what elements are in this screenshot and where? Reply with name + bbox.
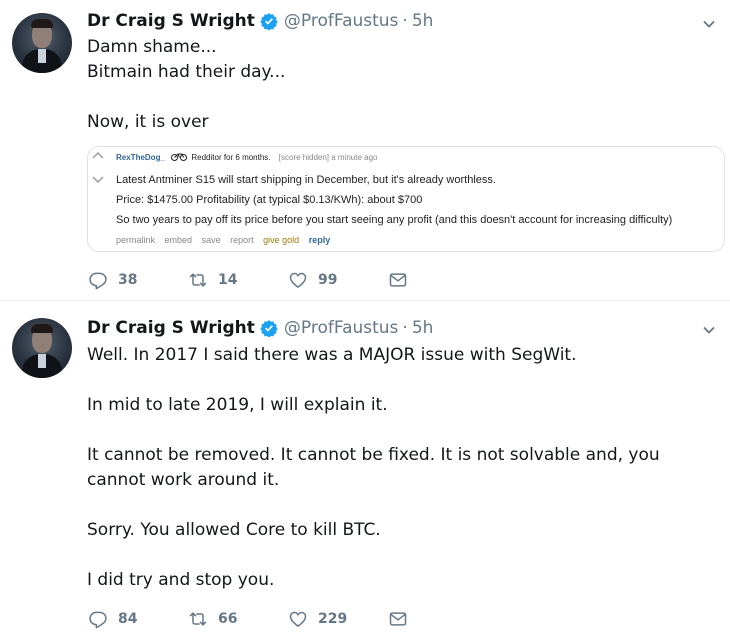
separator-dot: · — [402, 11, 408, 31]
author-name[interactable]: Dr Craig S Wright — [87, 318, 255, 338]
like-count: 99 — [318, 272, 338, 288]
direct-message-button[interactable] — [388, 609, 408, 629]
verified-badge-icon — [260, 320, 278, 337]
chevron-down-icon[interactable] — [702, 17, 716, 31]
reddit-username: RexTheDog_ — [116, 153, 165, 162]
reddit-reply: reply — [308, 235, 331, 245]
retweet-count: 66 — [218, 611, 238, 627]
embedded-image[interactable]: RexTheDog_ Redditor for 6 months. [score… — [87, 146, 725, 252]
reddit-embed: embed — [164, 235, 193, 245]
like-button[interactable]: 229 — [288, 609, 388, 629]
reddit-report: report — [230, 235, 254, 245]
separator-dot: · — [402, 318, 408, 338]
reply-icon — [89, 611, 107, 629]
reply-button[interactable]: 84 — [88, 609, 188, 629]
reddit-comment-header: RexTheDog_ Redditor for 6 months. [score… — [116, 152, 378, 162]
timestamp[interactable]: 5h — [412, 11, 434, 31]
reddit-comment-line: Latest Antminer S15 will start shipping … — [116, 174, 496, 186]
reddit-permalink: permalink — [116, 235, 156, 245]
tweet-line: Damn shame... — [87, 37, 217, 57]
reddit-meta: [score hidden] a minute ago — [278, 153, 378, 162]
reddit-give-gold: give gold — [263, 235, 300, 245]
reddit-comment-line: Price: $1475.00 Profitability (at typica… — [116, 194, 423, 206]
tweet-line: Now, it is over — [87, 112, 209, 132]
heart-icon — [289, 611, 307, 627]
heart-icon — [289, 272, 307, 288]
tweet-paragraph: I did try and stop you. — [87, 570, 275, 590]
tweet-actions: 38 14 99 — [88, 269, 408, 291]
retweet-button[interactable]: 66 — [188, 609, 288, 629]
reddit-save: save — [201, 235, 221, 245]
retweet-icon — [189, 612, 207, 626]
reply-button[interactable]: 38 — [88, 270, 188, 290]
tweet-paragraph: Well. In 2017 I said there was a MAJOR i… — [87, 345, 577, 365]
bicycle-icon — [171, 153, 188, 161]
envelope-icon — [389, 273, 407, 287]
avatar[interactable] — [12, 13, 72, 73]
reply-count: 84 — [118, 611, 138, 627]
reddit-flair: Redditor for 6 months. — [191, 153, 271, 162]
timestamp[interactable]: 5h — [412, 318, 434, 338]
tweet-text: Well. In 2017 I said there was a MAJOR i… — [87, 343, 717, 593]
tweet-paragraph: It cannot be removed. It cannot be fixed… — [87, 445, 660, 490]
tweet[interactable]: Dr Craig S Wright @ProfFaustus · 5h Damn… — [0, 0, 730, 300]
chevron-down-icon[interactable] — [702, 323, 716, 337]
tweet-divider — [0, 300, 730, 301]
tweet-text: Damn shame... Bitmain had their day... N… — [87, 35, 717, 135]
tweet-header: Dr Craig S Wright @ProfFaustus · 5h — [87, 316, 433, 340]
direct-message-button[interactable] — [388, 270, 408, 290]
avatar[interactable] — [12, 318, 72, 378]
tweet-line: Bitmain had their day... — [87, 62, 286, 82]
author-handle[interactable]: @ProfFaustus — [284, 318, 399, 338]
tweet-paragraph: In mid to late 2019, I will explain it. — [87, 395, 388, 415]
tweet-paragraph: Sorry. You allowed Core to kill BTC. — [87, 520, 381, 540]
reply-icon — [89, 272, 107, 290]
reddit-comment-line: So two years to pay off its price before… — [116, 214, 673, 226]
retweet-button[interactable]: 14 — [188, 270, 288, 290]
tweet-header: Dr Craig S Wright @ProfFaustus · 5h — [87, 9, 433, 33]
reply-count: 38 — [118, 272, 138, 288]
verified-badge-icon — [260, 13, 278, 30]
reddit-comment-links: permalink embed save report give gold re… — [116, 235, 337, 245]
like-button[interactable]: 99 — [288, 270, 388, 290]
author-handle[interactable]: @ProfFaustus — [284, 11, 399, 31]
retweet-count: 14 — [218, 272, 238, 288]
retweet-icon — [189, 273, 207, 287]
tweet[interactable]: Dr Craig S Wright @ProfFaustus · 5h Well… — [0, 302, 730, 643]
envelope-icon — [389, 612, 407, 626]
tweet-actions: 84 66 229 — [88, 608, 408, 630]
vote-arrows-icon — [92, 152, 104, 183]
like-count: 229 — [318, 611, 348, 627]
author-name[interactable]: Dr Craig S Wright — [87, 11, 255, 31]
